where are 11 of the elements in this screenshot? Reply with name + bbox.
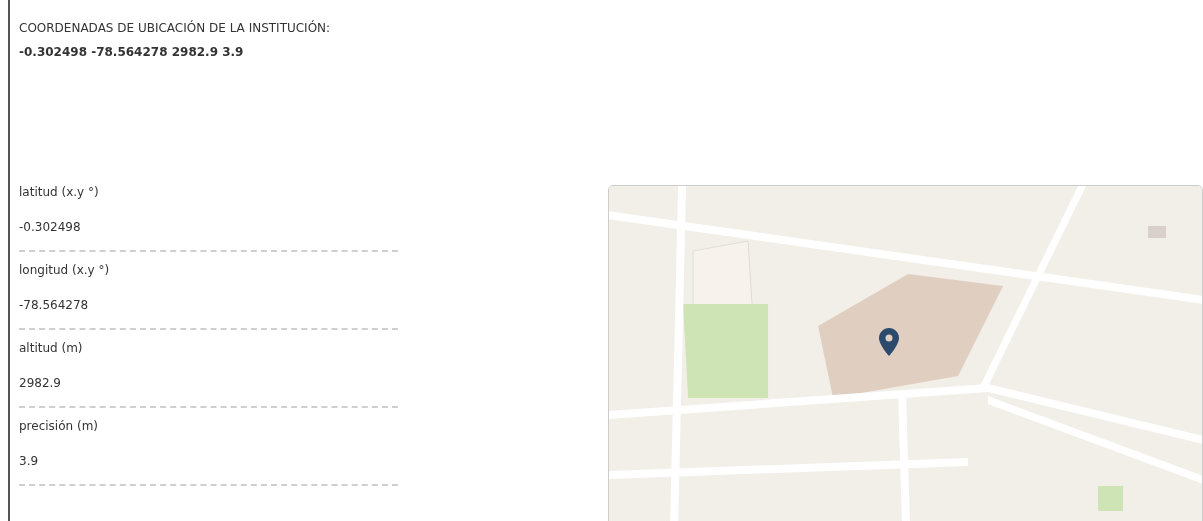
field-label: latitud (x.y °) (19, 184, 100, 201)
field-value: 2982.9 (19, 375, 62, 392)
field-label: precisión (m) (19, 418, 99, 435)
coordinates-summary: -0.302498 -78.564278 2982.9 3.9 (19, 44, 245, 61)
section-heading: COORDENADAS DE UBICACIÓN DE LA INSTITUCIÓN: (19, 19, 332, 37)
field-label: altitud (m) (19, 340, 84, 357)
field-value: -0.302498 (19, 219, 82, 236)
field-value: -78.564278 (19, 297, 90, 314)
field-value: 3.9 (19, 453, 40, 470)
map-pin-icon (878, 328, 899, 356)
field-label: longitud (x.y °) (19, 262, 111, 279)
